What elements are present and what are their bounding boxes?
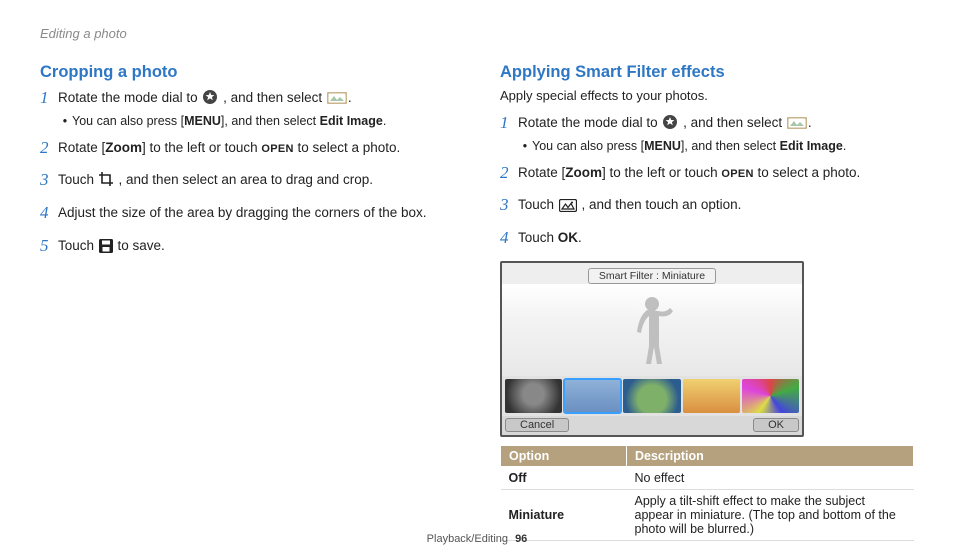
zoom-label: Zoom — [565, 165, 602, 180]
option-name: Off — [501, 466, 627, 489]
step-text: Adjust the size of the area by dragging … — [58, 203, 454, 223]
bullet-icon: • — [58, 112, 72, 130]
step-item: 2 Rotate [Zoom] to the left or touch OPE… — [500, 163, 914, 188]
step-text: Rotate the mode dial to — [518, 115, 661, 130]
star-dial-icon — [202, 89, 218, 105]
substep-text: . — [843, 139, 846, 153]
step-number: 4 — [40, 201, 58, 226]
footer-section: Playback/Editing — [427, 533, 508, 545]
star-dial-icon — [662, 114, 678, 130]
step-item: 5 Touch to save. — [40, 236, 454, 261]
step-text: Rotate [ — [518, 165, 565, 180]
table-head-description: Description — [627, 445, 914, 466]
step-number: 3 — [40, 168, 58, 193]
table-head-option: Option — [501, 445, 627, 466]
thumb — [505, 379, 562, 413]
bullet-icon: • — [518, 137, 532, 155]
step-number: 2 — [500, 161, 518, 186]
person-silhouette-icon — [617, 290, 687, 370]
zoom-label: Zoom — [105, 140, 142, 155]
step-item: 3 Touch , and then select an area to dra… — [40, 170, 454, 195]
heading-smart-filter: Applying Smart Filter effects — [500, 63, 914, 82]
screenshot-thumbs — [502, 376, 802, 416]
step-item: 1 Rotate the mode dial to , and then sel… — [40, 88, 454, 130]
open-label: OPEN — [721, 168, 753, 180]
step-number: 4 — [500, 226, 518, 251]
page-header: Editing a photo — [40, 26, 914, 41]
column-left: Cropping a photo 1 Rotate the mode dial … — [40, 63, 454, 541]
step-item: 3 Touch , and then touch an option. — [500, 195, 914, 220]
save-icon — [99, 239, 113, 253]
thumb — [623, 379, 680, 413]
step-text: ] to the left or touch — [602, 165, 721, 180]
screenshot-photo — [502, 284, 802, 376]
table-row: Off No effect — [501, 466, 914, 489]
step-number: 5 — [40, 234, 58, 259]
smart-filter-screenshot: Smart Filter : Miniature — [500, 261, 804, 437]
edit-image-icon — [327, 91, 347, 105]
filter-icon — [559, 199, 577, 212]
column-right: Applying Smart Filter effects Apply spec… — [500, 63, 914, 541]
menu-label: MENU — [184, 114, 221, 128]
step-text: to save. — [114, 238, 165, 253]
step-text: Touch — [58, 172, 98, 187]
step-text: Touch — [58, 238, 98, 253]
substep-text: ], and then select — [681, 139, 780, 153]
step-item: 2 Rotate [Zoom] to the left or touch OPE… — [40, 138, 454, 163]
step-text: Rotate the mode dial to — [58, 90, 201, 105]
step-text: Touch — [518, 197, 558, 212]
crop-icon — [99, 172, 114, 187]
edit-image-icon — [787, 116, 807, 130]
step-text: . — [808, 115, 812, 130]
thumb — [683, 379, 740, 413]
edit-image-label: Edit Image — [320, 114, 383, 128]
substep-text: You can also press [ — [532, 139, 644, 153]
substep-text: . — [383, 114, 386, 128]
step-text: , and then touch an option. — [578, 197, 742, 212]
step-text: to select a photo. — [754, 165, 861, 180]
open-label: OPEN — [261, 143, 293, 155]
step-text: , and then select an area to drag and cr… — [115, 172, 373, 187]
step-item: 4 Adjust the size of the area by draggin… — [40, 203, 454, 228]
step-text: , and then select — [219, 90, 326, 105]
screenshot-ok-button: OK — [753, 418, 799, 432]
step-text: . — [578, 230, 582, 245]
step-text: . — [348, 90, 352, 105]
step-text: to select a photo. — [294, 140, 401, 155]
heading-cropping: Cropping a photo — [40, 63, 454, 82]
step-number: 2 — [40, 136, 58, 161]
screenshot-cancel-button: Cancel — [505, 418, 569, 432]
step-item: 4 Touch OK. — [500, 228, 914, 253]
menu-label: MENU — [644, 139, 681, 153]
options-table: Option Description Off No effect Miniatu… — [500, 445, 914, 541]
option-description: No effect — [627, 466, 914, 489]
step-text: , and then select — [679, 115, 786, 130]
step-text: Rotate [ — [58, 140, 105, 155]
step-number: 1 — [500, 111, 518, 136]
page-footer: Playback/Editing 96 — [0, 533, 954, 545]
substep-text: ], and then select — [221, 114, 320, 128]
substep-text: You can also press [ — [72, 114, 184, 128]
screenshot-title: Smart Filter : Miniature — [588, 268, 716, 284]
step-text: Touch — [518, 230, 558, 245]
thumb-selected — [564, 379, 621, 413]
smart-filter-subtitle: Apply special effects to your photos. — [500, 88, 914, 103]
thumb — [742, 379, 799, 413]
step-text: ] to the left or touch — [142, 140, 261, 155]
ok-label: OK — [558, 230, 578, 245]
step-number: 1 — [40, 86, 58, 111]
page-number: 96 — [515, 533, 527, 545]
edit-image-label: Edit Image — [780, 139, 843, 153]
step-number: 3 — [500, 193, 518, 218]
step-item: 1 Rotate the mode dial to , and then sel… — [500, 113, 914, 155]
